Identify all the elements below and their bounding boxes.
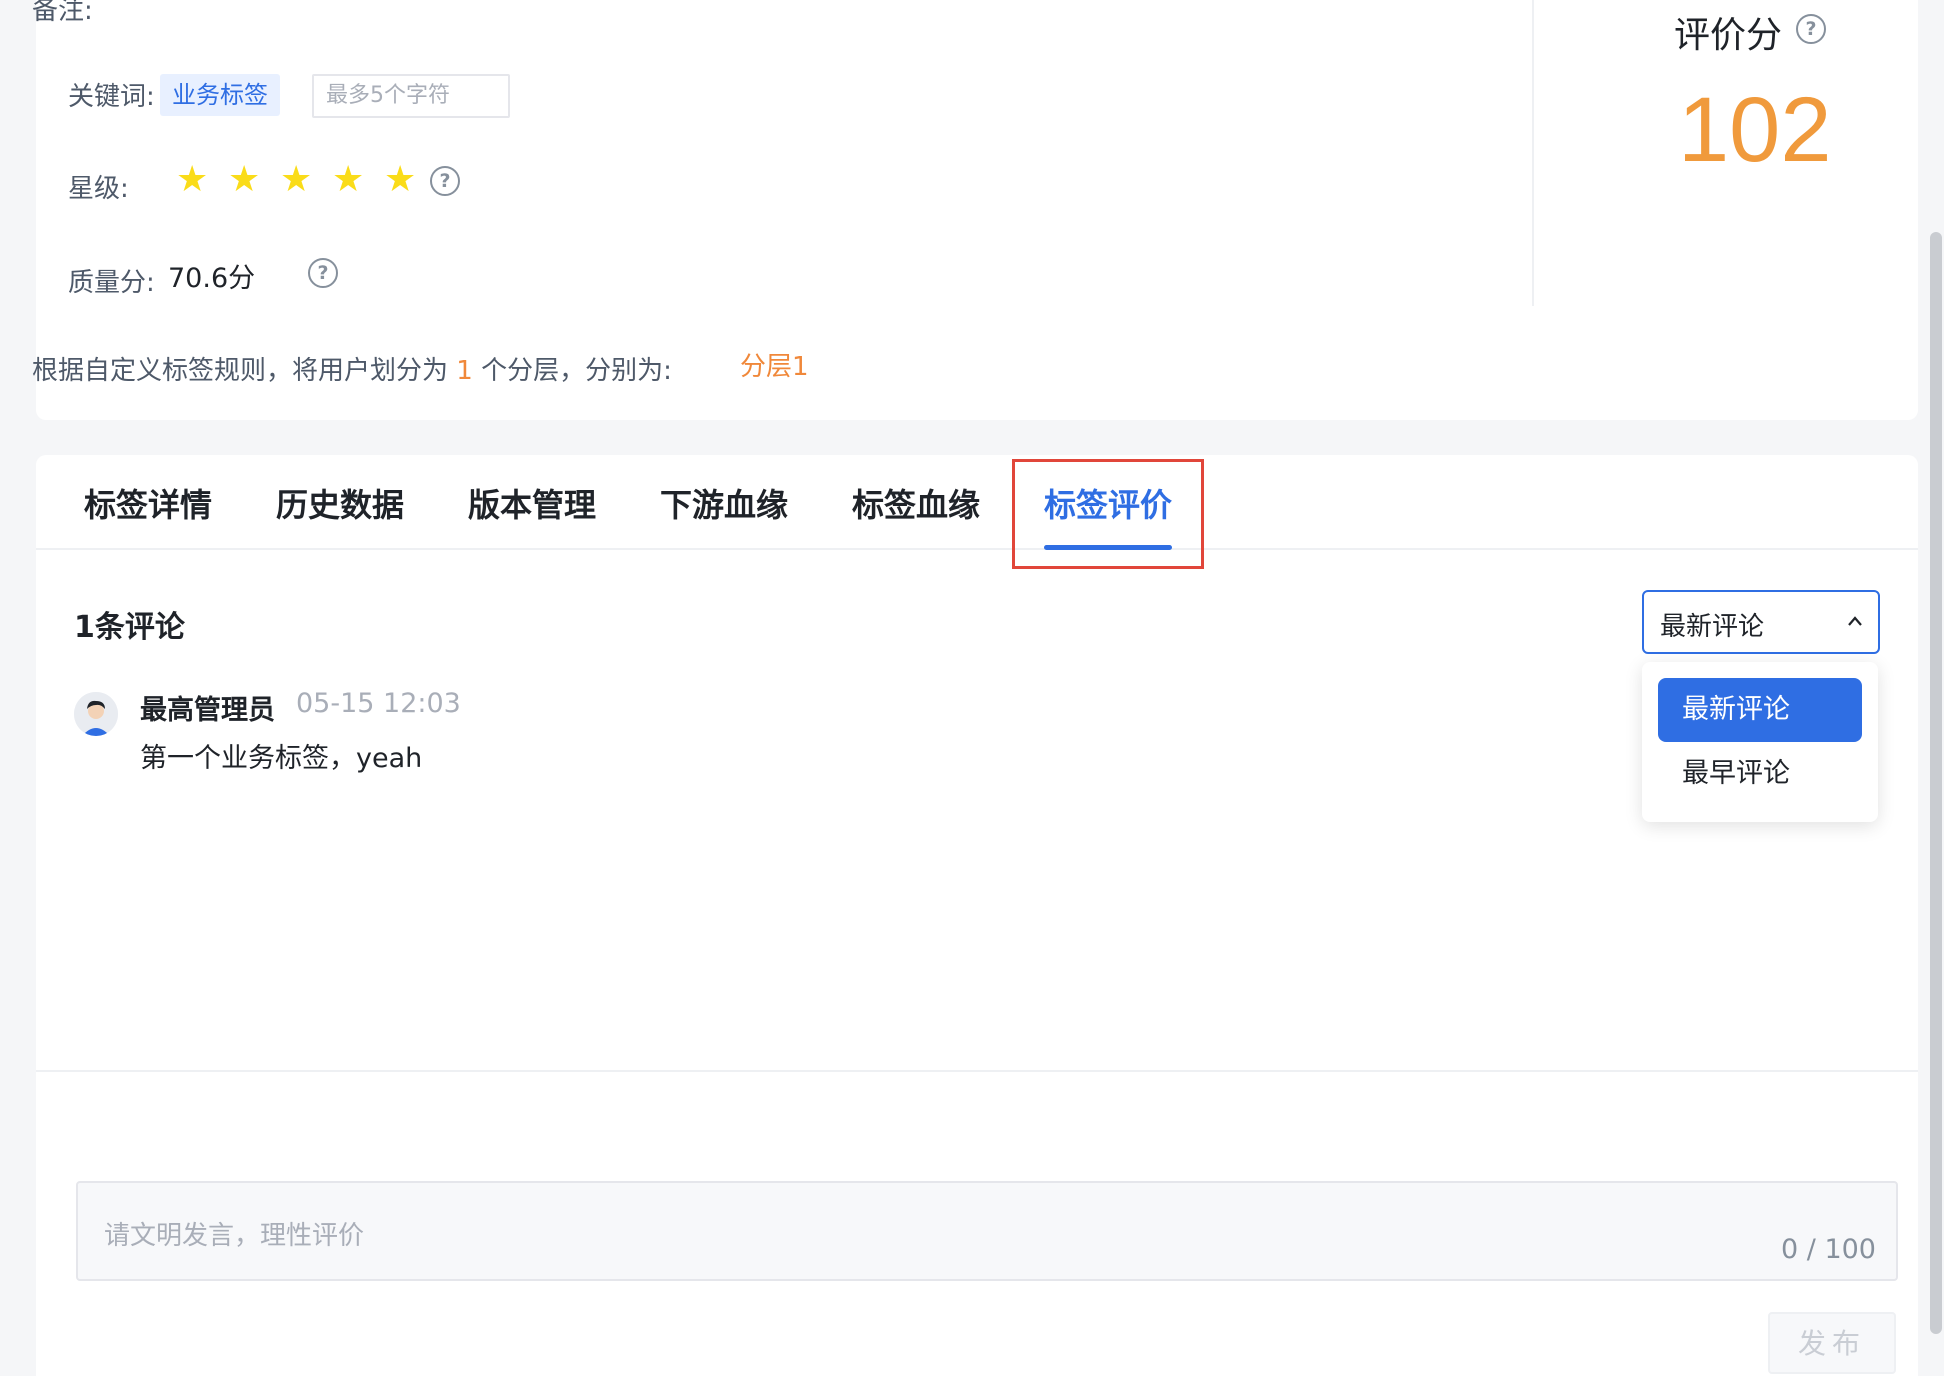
tab-highlight-box (1012, 459, 1204, 569)
sort-select[interactable]: 最新评论 (1642, 590, 1880, 654)
comment-count-title: 1条评论 (74, 610, 185, 645)
keyword-label: 关键词: (68, 82, 155, 112)
layer-prefix: 根据自定义标签规则，将用户划分为 (32, 356, 449, 386)
star-icon: ★ (384, 159, 417, 200)
star-icon: ★ (228, 159, 261, 200)
quality-label: 质量分: (68, 268, 155, 298)
tab-tag-lineage[interactable]: 标签血缘 (852, 480, 980, 526)
layer-link[interactable]: 分层1 (740, 346, 809, 383)
sort-selected-value: 最新评论 (1660, 612, 1765, 642)
help-icon[interactable]: ? (1796, 14, 1826, 44)
star-icon: ★ (176, 159, 209, 200)
comment-input[interactable]: 请文明发言，理性评价 0 / 100 (76, 1181, 1898, 1281)
sort-dropdown: 最新评论 最早评论 (1642, 662, 1878, 822)
scrollbar[interactable] (1930, 232, 1942, 1334)
vertical-divider (1532, 0, 1534, 306)
publish-button[interactable]: 发布 (1768, 1312, 1896, 1374)
comment-placeholder: 请文明发言，理性评价 (104, 1221, 365, 1251)
avatar (74, 692, 118, 736)
quality-value: 70.6分 (168, 263, 256, 294)
keyword-tag[interactable]: 业务标签 (160, 74, 280, 116)
tab-downstream-lineage[interactable]: 下游血缘 (660, 480, 788, 526)
help-icon[interactable]: ? (308, 258, 338, 288)
comment-author: 最高管理员 (140, 695, 275, 726)
chevron-up-icon (1848, 616, 1862, 626)
keyword-input[interactable]: 最多5个字符 (312, 74, 510, 118)
sort-option-newest[interactable]: 最新评论 (1658, 678, 1862, 742)
star-label: 星级: (68, 174, 129, 204)
score-title: 评价分 (1674, 15, 1783, 56)
tab-version-management[interactable]: 版本管理 (468, 480, 596, 526)
star-icon: ★ (332, 159, 365, 200)
user-avatar-icon (74, 692, 118, 736)
comment-time: 05-15 12:03 (296, 688, 461, 719)
remark-label: 备注: (32, 0, 93, 26)
tab-tag-details[interactable]: 标签详情 (84, 480, 212, 526)
tab-history-data[interactable]: 历史数据 (276, 480, 404, 526)
layer-description: 根据自定义标签规则，将用户划分为 1 个分层，分别为: (32, 350, 672, 387)
tab-divider (36, 548, 1918, 550)
comment-text: 第一个业务标签，yeah (140, 743, 423, 774)
layer-suffix: 个分层，分别为: (481, 356, 672, 386)
layer-count: 1 (456, 356, 473, 386)
sort-option-oldest[interactable]: 最早评论 (1658, 742, 1862, 806)
star-icon: ★ (280, 159, 313, 200)
help-icon[interactable]: ? (430, 166, 460, 196)
comment-list-divider (36, 1070, 1918, 1072)
char-counter: 0 / 100 (1781, 1234, 1876, 1265)
score-value: 102 (1678, 79, 1832, 181)
